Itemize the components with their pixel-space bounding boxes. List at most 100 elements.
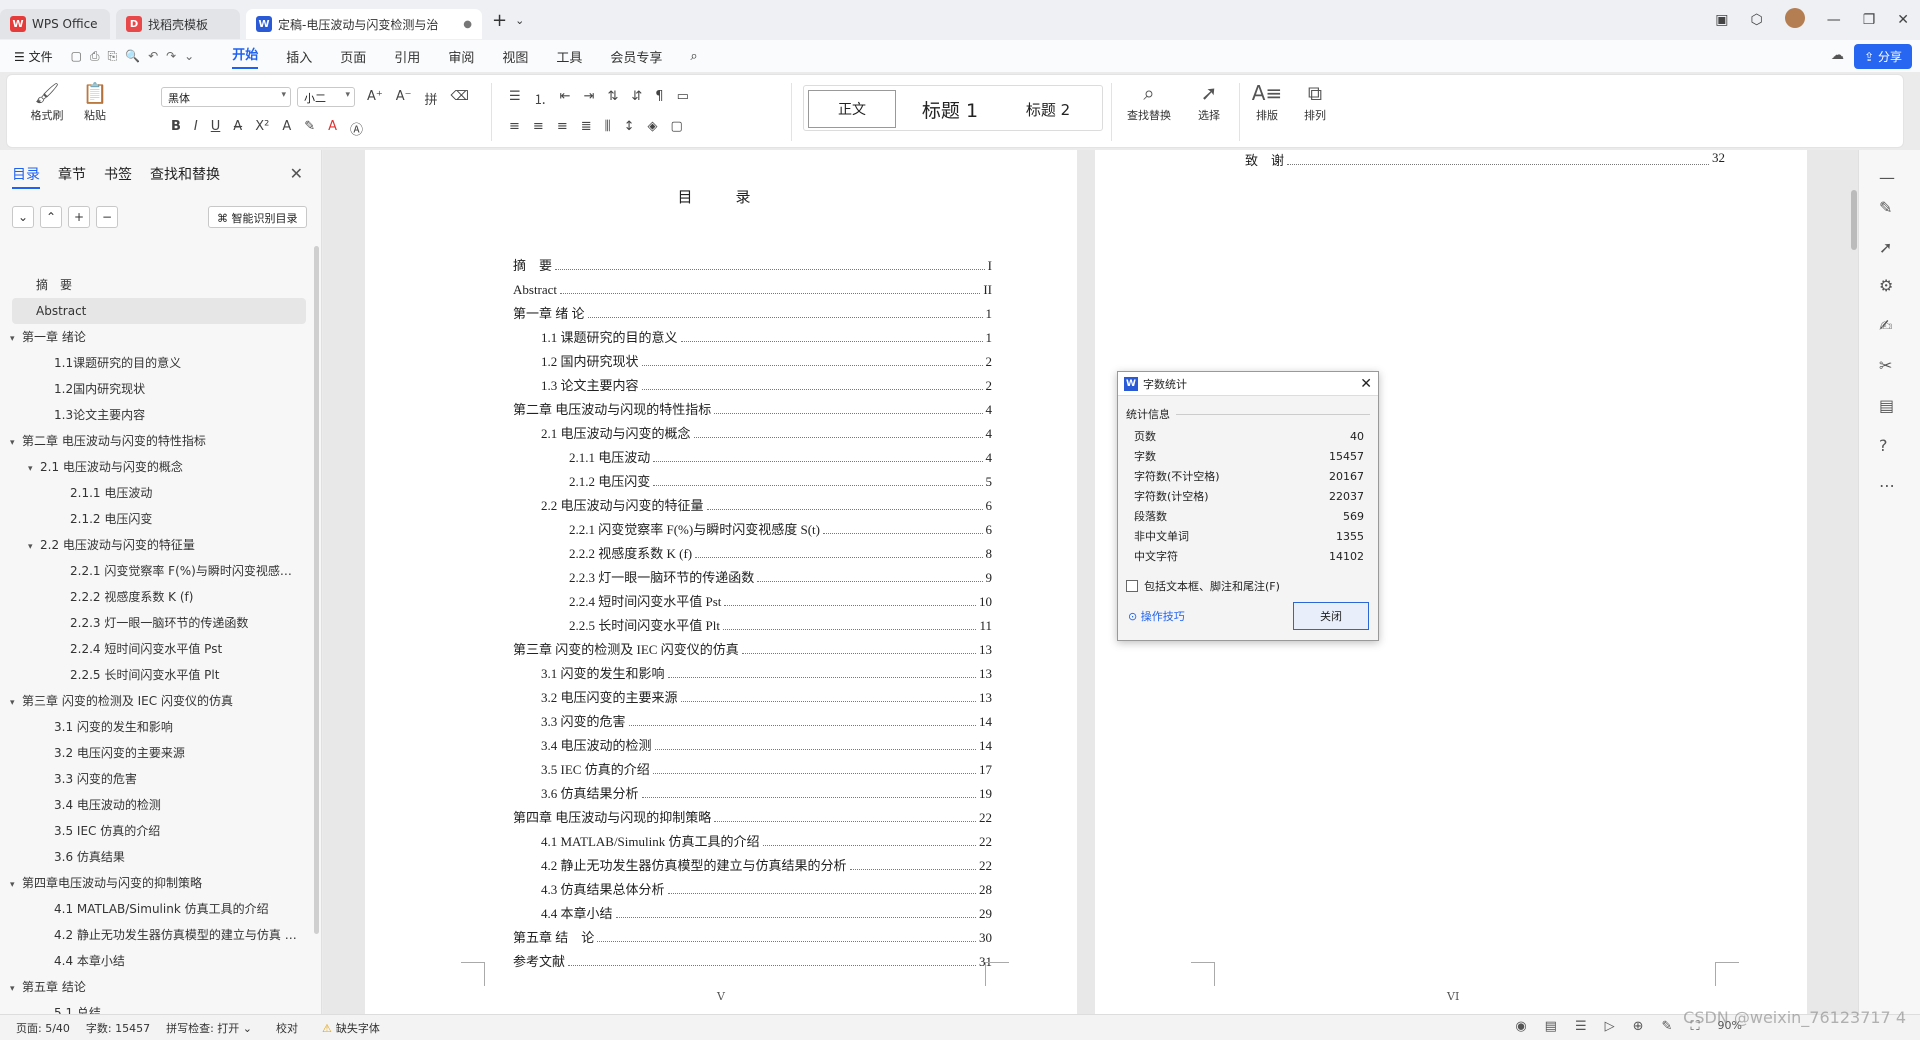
strikethrough-icon[interactable]: A̶: [233, 119, 242, 138]
text-effect-icon[interactable]: A: [282, 119, 291, 138]
menu-page[interactable]: 页面: [340, 47, 366, 66]
pen-icon[interactable]: ✎: [1879, 198, 1892, 217]
toc-line[interactable]: 2.1.1 电压波动 4: [513, 442, 992, 466]
edit-document-icon[interactable]: ✍: [1879, 316, 1892, 335]
twisty-icon[interactable]: ▾: [28, 456, 40, 480]
toc-line[interactable]: 3.2 电压闪变的主要来源 13: [513, 682, 992, 706]
web-view-icon[interactable]: ⊕: [1633, 1019, 1644, 1034]
toc-tree-item[interactable]: 3.5 IEC 仿真的介绍: [0, 818, 312, 844]
smart-toc-button[interactable]: ⌘ 智能识别目录: [208, 206, 307, 228]
toc-line[interactable]: 3.5 IEC 仿真的介绍 17: [513, 754, 992, 778]
toc-line[interactable]: 摘 要I: [513, 250, 992, 274]
arrange-button[interactable]: ⧉ 排列: [1295, 81, 1335, 123]
select-cursor-icon[interactable]: ➚: [1879, 238, 1892, 257]
more-icon[interactable]: ⋯: [1879, 476, 1895, 495]
toc-line[interactable]: 2.2 电压波动与闪变的特征量 6: [513, 490, 992, 514]
layout-icon[interactable]: ▣: [1715, 12, 1728, 28]
toc-tree-item[interactable]: 2.1.2 电压闪变: [0, 506, 312, 532]
status-missing-font[interactable]: ⚠ 缺失字体: [322, 1020, 380, 1036]
status-proof[interactable]: 校对: [276, 1020, 298, 1036]
style-heading2[interactable]: 标题 2: [1002, 90, 1094, 128]
tips-link[interactable]: ⊙ 操作技巧: [1128, 608, 1185, 624]
font-color-icon[interactable]: A: [328, 119, 337, 138]
find-replace-button[interactable]: ⌕ 查找替换: [1119, 81, 1179, 123]
page-5[interactable]: 目 录 摘 要 I Abstract II 第一章 绪 论 1 1.1 课题研究的目的意义 1…: [365, 150, 1077, 1014]
help-icon[interactable]: ?: [1879, 436, 1888, 455]
toc-line[interactable]: 1.1 课题研究的目的意义 1: [513, 322, 992, 346]
menu-view[interactable]: 视图: [502, 47, 528, 66]
line-spacing-icon[interactable]: ↕: [624, 119, 635, 134]
toc-line[interactable]: 2.2.2 视感度系数 K (f) 8: [513, 538, 992, 562]
avatar[interactable]: [1784, 8, 1805, 32]
style-heading1[interactable]: 标题 1: [902, 90, 998, 128]
tab-chapters[interactable]: 章节: [58, 164, 86, 189]
shrink-font-icon[interactable]: A⁻: [396, 89, 412, 108]
tab-document[interactable]: W 定稿-电压波动与闪变检测与治 ●: [246, 9, 482, 39]
menu-home[interactable]: 开始: [232, 44, 259, 69]
tab-bookmarks[interactable]: 书签: [104, 164, 132, 189]
bold-icon[interactable]: B: [171, 119, 181, 138]
underline-icon[interactable]: U: [211, 119, 221, 138]
menu-reference[interactable]: 引用: [394, 47, 420, 66]
menu-tools[interactable]: 工具: [556, 47, 582, 66]
toc-tree-item[interactable]: ▾ 第四章电压波动与闪变的抑制策略: [0, 870, 312, 896]
file-menu[interactable]: ☰ 文件: [14, 48, 53, 65]
play-icon[interactable]: ▷: [1605, 1019, 1615, 1034]
toc-tree-item[interactable]: ▾ 第五章 结论: [0, 974, 312, 1000]
menu-review[interactable]: 审阅: [448, 47, 474, 66]
tab-modified-dot-icon[interactable]: ●: [463, 19, 472, 30]
add-icon[interactable]: +: [68, 206, 90, 228]
toc-tree-item[interactable]: 1.3论文主要内容: [0, 402, 312, 428]
twisty-icon[interactable]: ▾: [10, 326, 22, 350]
distributed-icon[interactable]: ⫼: [605, 119, 611, 134]
toc-tree-item[interactable]: 2.2.3 灯一眼一脑环节的传递函数: [0, 610, 312, 636]
close-panel-icon[interactable]: ✕: [290, 164, 303, 183]
expand-icon[interactable]: ⌄: [12, 206, 34, 228]
toc-tree-item[interactable]: Abstract: [12, 298, 306, 324]
status-spell[interactable]: 拼写检查: 打开 ⌄: [166, 1020, 252, 1036]
superscript-icon[interactable]: X²: [255, 119, 269, 138]
toc-line[interactable]: 4.3 仿真结果总体分析 28: [513, 874, 992, 898]
restore-icon[interactable]: ❐: [1863, 12, 1876, 28]
status-words[interactable]: 字数: 15457: [86, 1020, 150, 1036]
toc-tree-item[interactable]: 3.1 闪变的发生和影响: [0, 714, 312, 740]
toc-tree-item[interactable]: ▾ 2.1 电压波动与闪变的概念: [0, 454, 312, 480]
page-view-icon[interactable]: ▤: [1545, 1019, 1557, 1034]
include-textbox-checkbox[interactable]: 包括文本框、脚注和尾注(F): [1126, 578, 1378, 594]
toc-tree-item[interactable]: 4.2 静止无功发生器仿真模型的建立与仿真 …: [0, 922, 312, 948]
toc-line[interactable]: 第一章 绪 论 1: [513, 298, 992, 322]
toc-line[interactable]: 第二章 电压波动与闪现的特性指标 4: [513, 394, 992, 418]
tab-templates[interactable]: D 找稻壳模板: [116, 9, 240, 39]
toc-tree-item[interactable]: 1.2国内研究现状: [0, 376, 312, 402]
toc-line[interactable]: 3.6 仿真结果分析 19: [513, 778, 992, 802]
toc-line[interactable]: 参考文献 31: [513, 946, 992, 970]
clear-format-icon[interactable]: ⌫: [451, 89, 469, 108]
outdent-icon[interactable]: ⇤: [560, 89, 571, 108]
style-normal[interactable]: 正文: [808, 90, 896, 128]
toc-tree-item[interactable]: 摘 要: [0, 272, 312, 298]
toc-line[interactable]: 第四章 电压波动与闪现的抑制策略 22: [513, 802, 992, 826]
pen-mode-icon[interactable]: ✎: [1662, 1019, 1673, 1034]
border-icon[interactable]: ▢: [671, 119, 683, 134]
italic-icon[interactable]: I: [194, 119, 198, 138]
toc-line[interactable]: 4.2 静止无功发生器仿真模型的建立与仿真结果的分析 22: [513, 850, 992, 874]
outline-view-icon[interactable]: ☰: [1575, 1019, 1587, 1034]
toc-line[interactable]: 2.2.5 长时间闪变水平值 Plt 11: [513, 610, 992, 634]
align-right-icon[interactable]: ≡: [557, 119, 568, 134]
tab-toc[interactable]: 目录: [12, 164, 40, 189]
highlight-icon[interactable]: ✎: [304, 119, 315, 138]
show-marks-icon[interactable]: ¶: [655, 89, 663, 108]
phonetic-icon[interactable]: 拼: [425, 89, 438, 108]
layout-button[interactable]: A≡ 排版: [1247, 81, 1287, 123]
toc-tree-item[interactable]: 1.1课题研究的目的意义: [0, 350, 312, 376]
document-scrollbar[interactable]: [1851, 190, 1857, 250]
toc-tree-item[interactable]: 3.3 闪变的危害: [0, 766, 312, 792]
minimize-icon[interactable]: —: [1827, 12, 1841, 28]
toc-line[interactable]: Abstract II: [513, 274, 992, 298]
toc-tree-item[interactable]: 2.2.5 长时间闪变水平值 Plt: [0, 662, 312, 688]
justify-icon[interactable]: ≣: [581, 119, 592, 134]
select-button[interactable]: ➚ 选择: [1187, 81, 1231, 123]
toc-tree-item[interactable]: 4.4 本章小结: [0, 948, 312, 974]
font-name-select[interactable]: 黑体 ▾: [161, 87, 291, 107]
font-size-select[interactable]: 小二 ▾: [297, 87, 355, 107]
